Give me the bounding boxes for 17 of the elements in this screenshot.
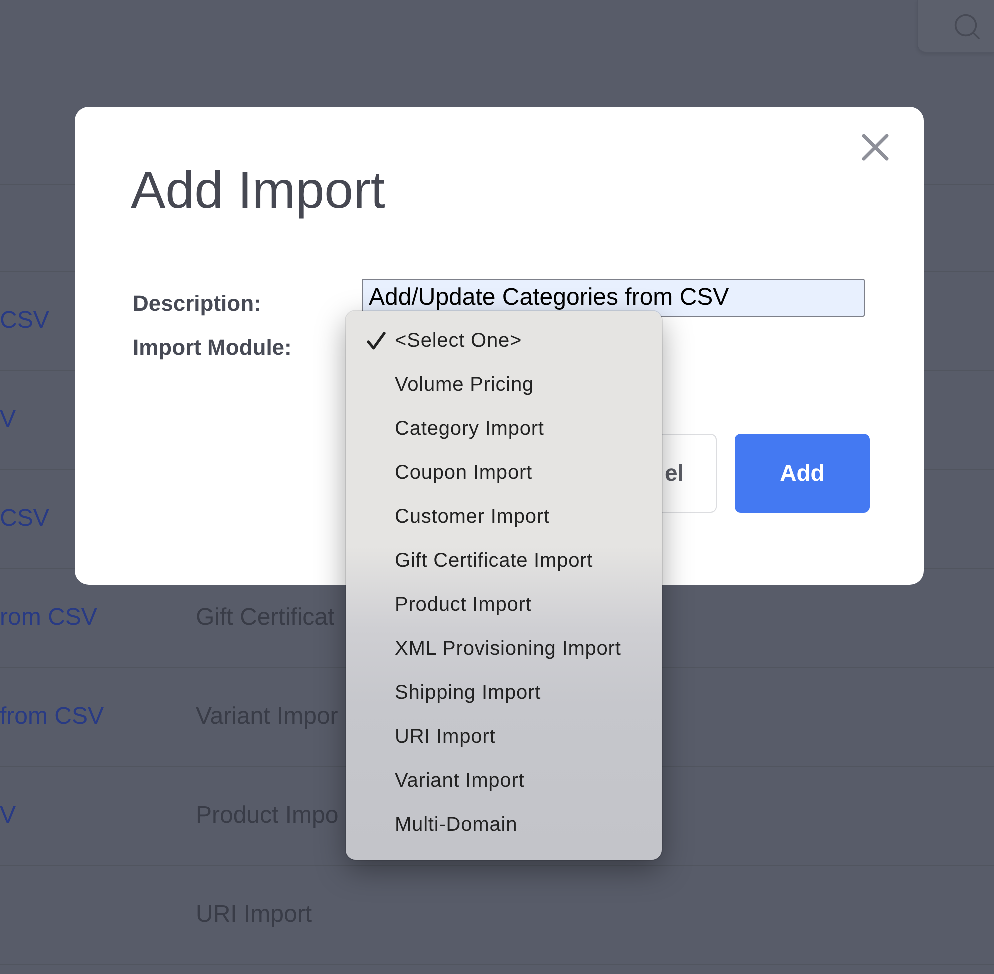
field-label: Description: xyxy=(133,291,262,317)
description-input[interactable]: Add/Update Categories from CSV xyxy=(362,279,865,317)
dropdown-option[interactable]: <Select One> xyxy=(346,319,662,363)
add-button[interactable]: Add xyxy=(735,434,870,513)
dropdown-option[interactable]: Gift Certificate Import xyxy=(346,539,662,583)
dropdown-option[interactable]: Volume Pricing xyxy=(346,363,662,407)
dropdown-option[interactable]: Product Import xyxy=(346,583,662,627)
dropdown-option[interactable]: Variant Import xyxy=(346,759,662,803)
close-button[interactable] xyxy=(862,134,889,161)
dropdown-option[interactable]: Multi-Domain xyxy=(346,803,662,847)
search-icon xyxy=(953,14,980,40)
close-icon xyxy=(862,134,889,161)
dropdown-option[interactable]: URI Import xyxy=(346,715,662,759)
dropdown-option[interactable]: Shipping Import xyxy=(346,671,662,715)
field-label: Import Module: xyxy=(133,335,292,361)
dialog-title: Add Import xyxy=(131,161,386,222)
dropdown-option[interactable]: XML Provisioning Import xyxy=(346,627,662,671)
